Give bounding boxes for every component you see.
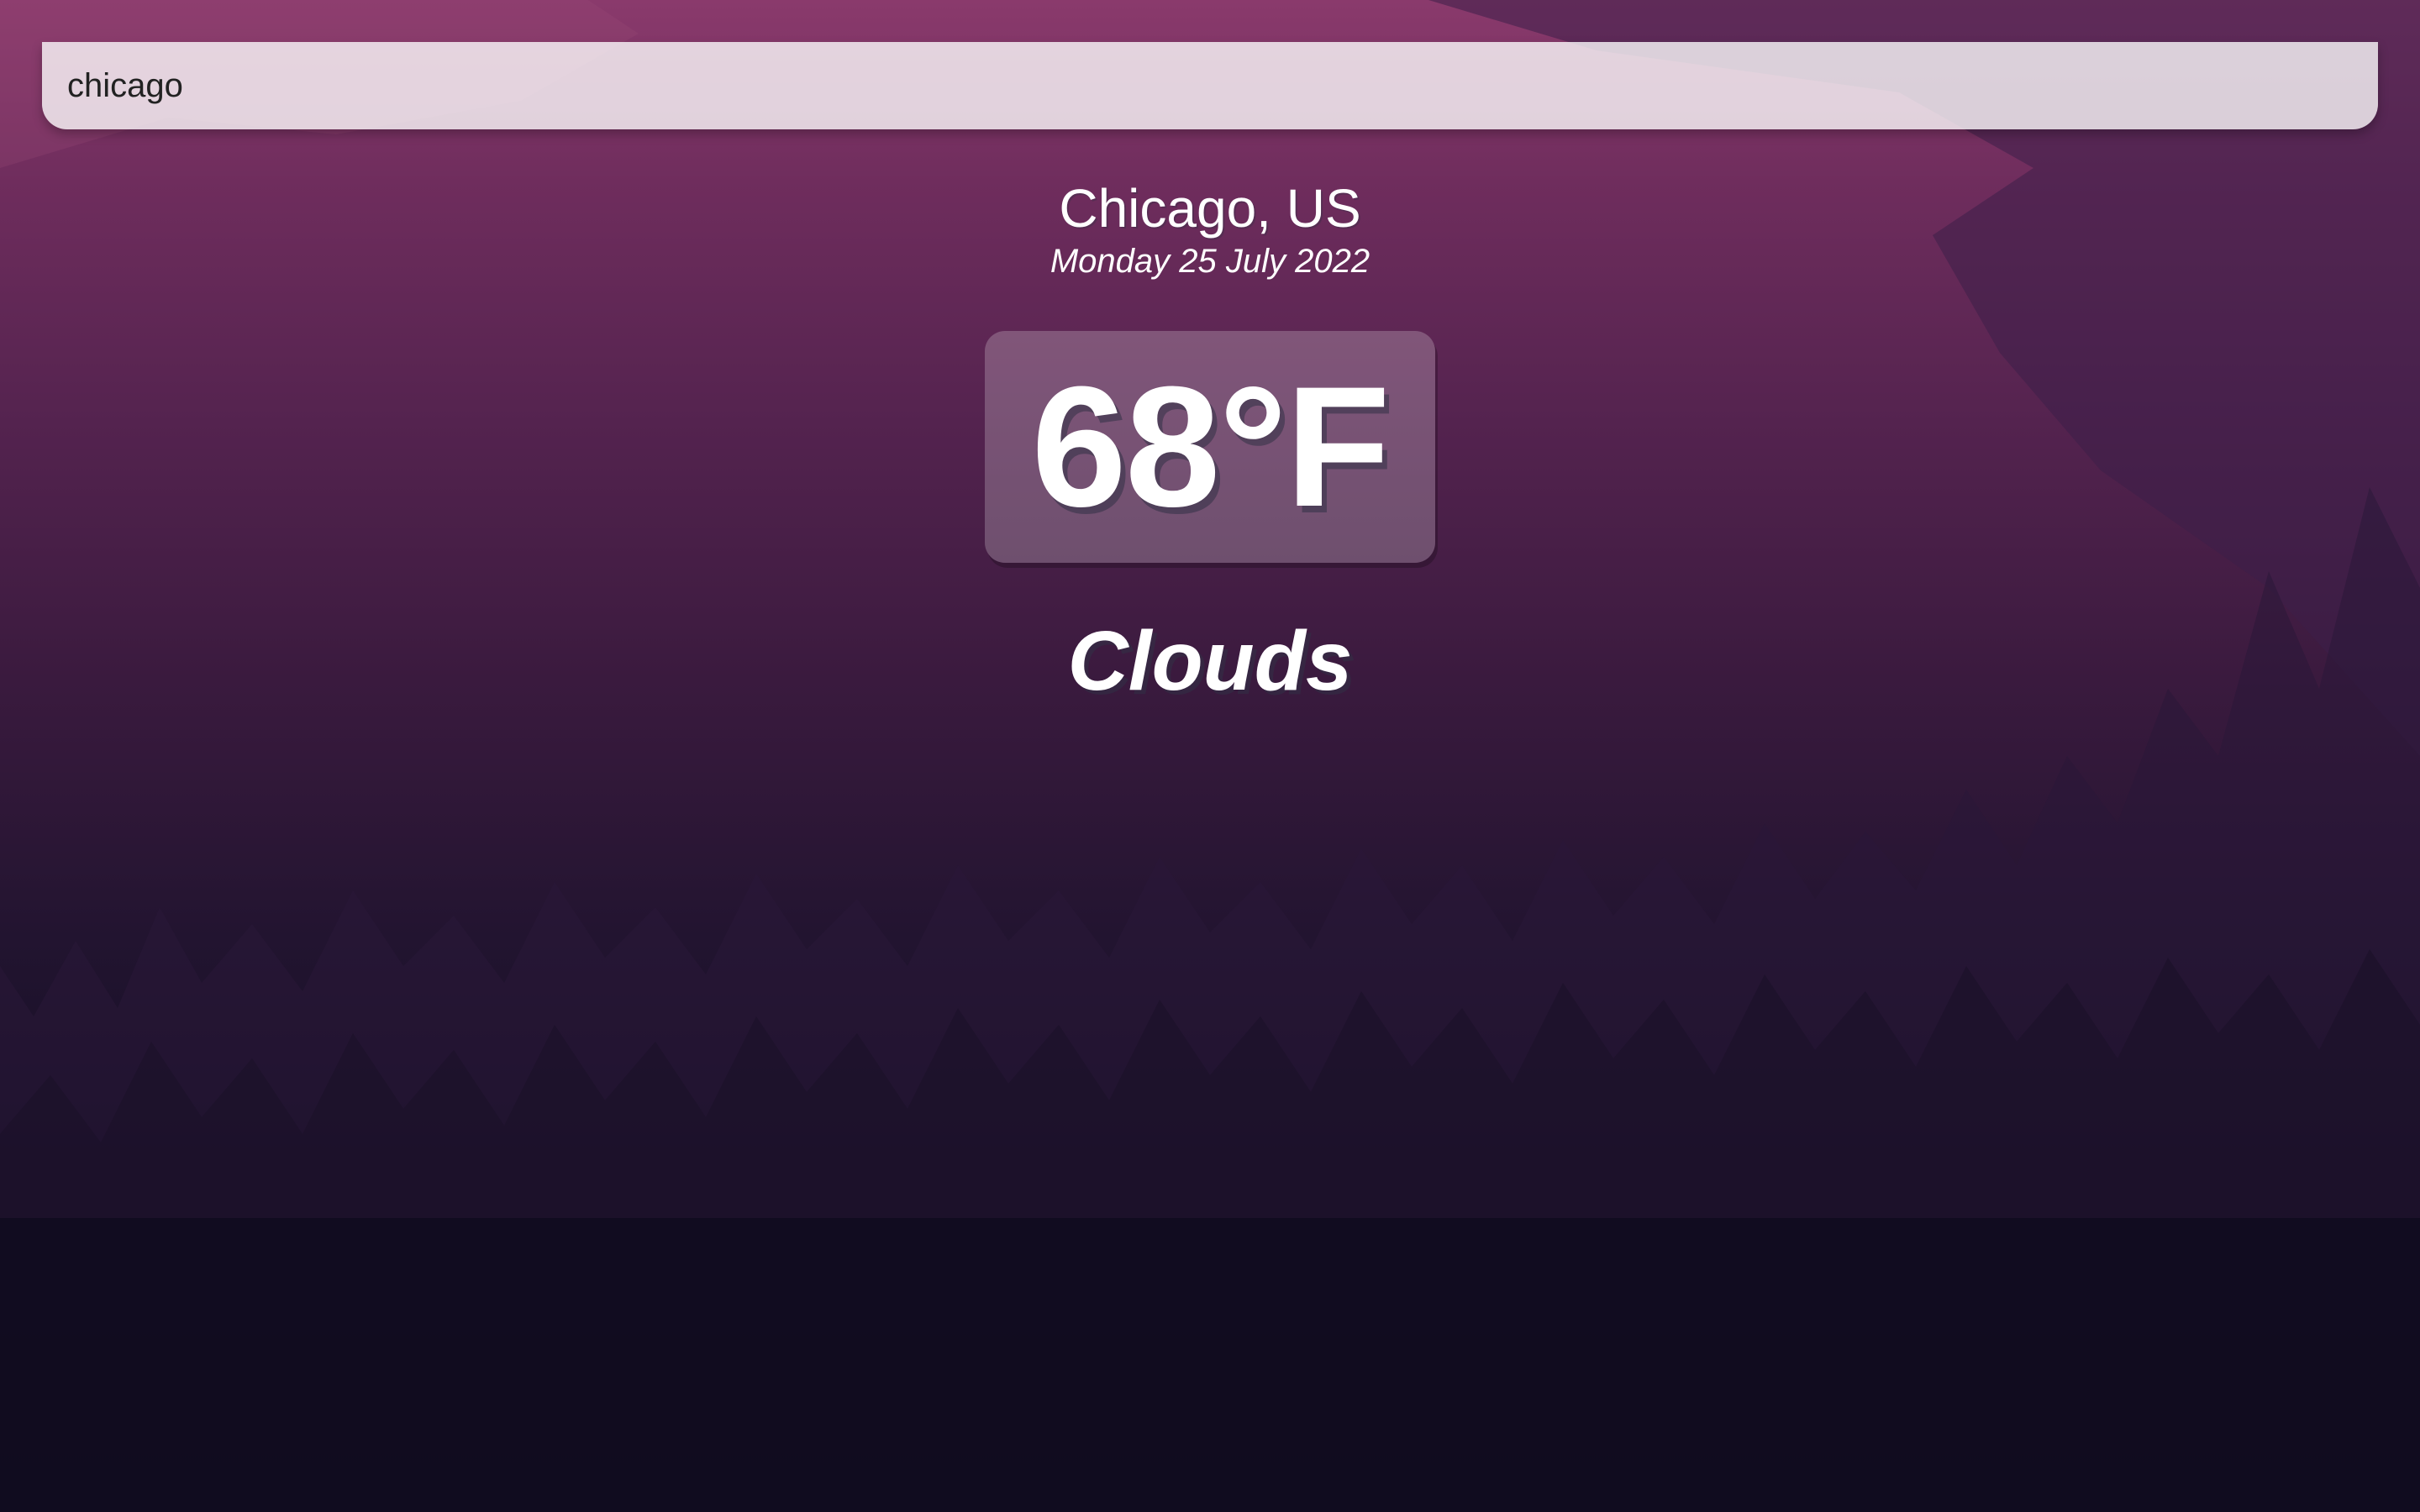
weather-condition: Clouds xyxy=(1067,614,1353,708)
current-date: Monday 25 July 2022 xyxy=(1050,243,1370,280)
location-name: Chicago, US xyxy=(1059,178,1361,239)
weather-box: 68°F Clouds xyxy=(0,331,2420,710)
search-input[interactable] xyxy=(42,42,2378,129)
temperature-display: 68°F xyxy=(985,331,1435,563)
ground-fade xyxy=(0,1218,2420,1512)
location-box: Chicago, US Monday 25 July 2022 xyxy=(0,176,2420,282)
